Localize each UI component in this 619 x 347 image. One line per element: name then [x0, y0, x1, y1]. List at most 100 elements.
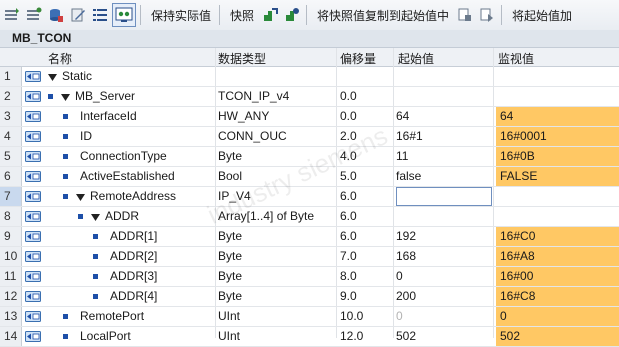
interface-icon [25, 111, 41, 122]
column-header-name[interactable]: 名称 [48, 50, 72, 67]
start-value-cell[interactable]: 0 [396, 307, 492, 326]
offset-cell: 8.0 [340, 269, 357, 283]
column-header-monitor[interactable]: 监视值 [498, 50, 534, 67]
table-row[interactable]: 5 ConnectionType Byte 4.0 11 16#0B [0, 147, 619, 167]
edit-block-icon[interactable] [68, 4, 88, 26]
table-row[interactable]: 11 ADDR[3] Byte 8.0 0 16#00 [0, 267, 619, 287]
start-value-cell[interactable]: 168 [396, 247, 492, 266]
variable-name[interactable]: MB_Server [75, 87, 135, 106]
data-block-icon[interactable] [46, 4, 66, 26]
interface-icon [25, 131, 41, 142]
start-value-cell[interactable] [396, 187, 492, 206]
snapshot-restore-icon[interactable] [282, 4, 302, 26]
interface-icon [25, 91, 41, 102]
variable-name[interactable]: RemotePort [80, 307, 144, 326]
start-value-cell[interactable] [396, 87, 492, 106]
data-type-cell[interactable]: CONN_OUC [218, 127, 336, 146]
table-header: 名称 数据类型 偏移量 起始值 监视值 [0, 48, 619, 67]
snapshot-icon[interactable] [260, 4, 280, 26]
data-type-cell[interactable]: HW_ANY [218, 107, 336, 126]
variable-name[interactable]: ActiveEstablished [80, 167, 175, 186]
table-row[interactable]: 14 LocalPort UInt 12.0 502 502 [0, 327, 619, 347]
data-type-cell[interactable]: Byte [218, 287, 336, 306]
column-header-type[interactable]: 数据类型 [218, 50, 266, 67]
toolbar-separator [140, 5, 141, 25]
column-header-start[interactable]: 起始值 [398, 50, 434, 67]
copy-snapshot-to-start-button[interactable]: 将快照值复制到起始值中 [313, 4, 453, 26]
table-row[interactable]: 12 ADDR[4] Byte 9.0 200 16#C8 [0, 287, 619, 307]
collapse-triangle-icon[interactable] [48, 71, 57, 81]
add-row-icon[interactable] [24, 4, 44, 26]
data-type-cell[interactable]: IP_V4 [218, 187, 336, 206]
monitor-value-cell [496, 207, 619, 226]
table-row[interactable]: 6 ActiveEstablished Bool 5.0 false FALSE [0, 167, 619, 187]
monitor-value-cell: 16#00 [496, 267, 619, 286]
start-value-cell[interactable]: 64 [396, 107, 492, 126]
tree-bullet-icon [93, 274, 98, 279]
start-value-cell[interactable]: false [396, 167, 492, 186]
start-value-cell[interactable]: 200 [396, 287, 492, 306]
data-type-cell[interactable] [218, 67, 336, 86]
start-value-cell[interactable]: 0 [396, 267, 492, 286]
variable-name[interactable]: LocalPort [80, 327, 131, 346]
variable-name[interactable]: ConnectionType [80, 147, 167, 166]
variable-name[interactable]: Static [62, 67, 92, 86]
variable-name[interactable]: ADDR[1] [110, 227, 157, 246]
table-row[interactable]: 2 MB_Server TCON_IP_v4 0.0 [0, 87, 619, 107]
monitor-value-cell: 0 [496, 307, 619, 326]
data-type-cell[interactable]: Array[1..4] of Byte [218, 207, 336, 226]
interface-icon [25, 211, 41, 222]
start-value-cell[interactable]: 16#1 [396, 127, 492, 146]
variable-name[interactable]: RemoteAddress [90, 187, 176, 206]
snapshot-button[interactable]: 快照 [226, 4, 258, 26]
monitor-all-button[interactable] [112, 3, 136, 27]
variable-name[interactable]: ADDR[3] [110, 267, 157, 286]
table-row[interactable]: 4 ID CONN_OUC 2.0 16#1 16#0001 [0, 127, 619, 147]
variable-name[interactable]: ADDR [105, 207, 139, 226]
start-value-cell[interactable] [396, 67, 492, 86]
toolbar-separator [219, 5, 221, 25]
load-start-values-button[interactable]: 将起始值加 [508, 4, 576, 26]
copy-values-icon[interactable] [455, 4, 475, 26]
start-value-cell[interactable]: 11 [396, 147, 492, 166]
table-row[interactable]: 13 RemotePort UInt 10.0 0 0 [0, 307, 619, 327]
variable-name[interactable]: ID [80, 127, 92, 146]
variable-name[interactable]: ADDR[2] [110, 247, 157, 266]
copy-values-alt-icon[interactable] [477, 4, 497, 26]
table-row[interactable]: 7 RemoteAddress IP_V4 6.0 [0, 187, 619, 207]
tree-bullet-icon [78, 214, 83, 219]
offset-cell: 10.0 [340, 309, 364, 323]
table-row[interactable]: 9 ADDR[1] Byte 6.0 192 16#C0 [0, 227, 619, 247]
data-type-cell[interactable]: Byte [218, 147, 336, 166]
list-view-icon[interactable] [90, 4, 110, 26]
variable-name[interactable]: InterfaceId [80, 107, 137, 126]
collapse-triangle-icon[interactable] [61, 91, 70, 101]
table-row[interactable]: 8 ADDR Array[1..4] of Byte 6.0 [0, 207, 619, 227]
collapse-triangle-icon[interactable] [91, 211, 100, 221]
insert-row-icon[interactable] [2, 4, 22, 26]
data-type-cell[interactable]: Byte [218, 267, 336, 286]
data-type-cell[interactable]: UInt [218, 307, 336, 326]
table-row[interactable]: 3 InterfaceId HW_ANY 0.0 64 64 [0, 107, 619, 127]
data-type-cell[interactable]: TCON_IP_v4 [218, 87, 336, 106]
data-type-cell[interactable]: Bool [218, 167, 336, 186]
keep-actual-values-button[interactable]: 保持实际值 [147, 4, 215, 26]
start-value-cell[interactable]: 502 [396, 327, 492, 346]
start-value-cell[interactable]: 192 [396, 227, 492, 246]
data-type-cell[interactable]: Byte [218, 247, 336, 266]
variable-name[interactable]: ADDR[4] [110, 287, 157, 306]
interface-icon [25, 271, 41, 282]
table-row[interactable]: 10 ADDR[2] Byte 7.0 168 16#A8 [0, 247, 619, 267]
tree-bullet-icon [93, 254, 98, 259]
data-type-cell[interactable]: Byte [218, 227, 336, 246]
column-header-offset[interactable]: 偏移量 [340, 50, 376, 67]
start-value-cell[interactable] [396, 207, 492, 226]
collapse-triangle-icon[interactable] [76, 191, 85, 201]
data-type-cell[interactable]: UInt [218, 327, 336, 346]
tree-bullet-icon [63, 194, 68, 199]
interface-icon [25, 311, 41, 322]
tree-bullet-icon [63, 134, 68, 139]
table-row[interactable]: 1 Static [0, 67, 619, 87]
row-number: 9 [0, 227, 22, 246]
offset-cell: 5.0 [340, 169, 357, 183]
